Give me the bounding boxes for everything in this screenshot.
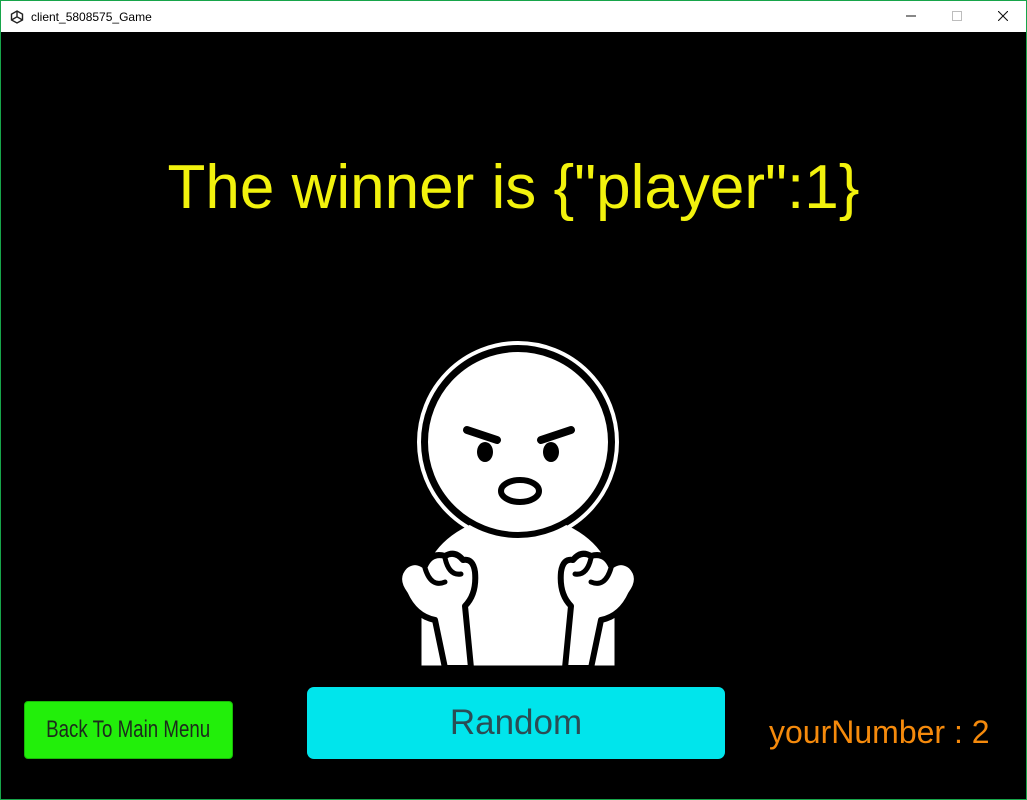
minimize-icon <box>906 8 916 26</box>
angry-character-image <box>375 338 661 672</box>
game-window: client_5808575_Game The winner is {"play… <box>0 0 1027 800</box>
window-controls <box>888 1 1026 32</box>
window-title: client_5808575_Game <box>31 9 152 24</box>
random-button[interactable]: Random <box>307 687 725 759</box>
back-to-main-menu-button[interactable]: Back To Main Menu <box>24 701 233 759</box>
window-titlebar[interactable]: client_5808575_Game <box>1 1 1026 32</box>
unity-icon <box>9 9 25 25</box>
minimize-button[interactable] <box>888 1 934 32</box>
random-button-label: Random <box>449 703 583 742</box>
maximize-button[interactable] <box>934 1 980 32</box>
your-number-label: yourNumber : 2 <box>769 714 990 750</box>
close-icon <box>997 8 1009 26</box>
winner-announcement: The winner is {"player":1} <box>167 153 860 222</box>
close-button[interactable] <box>980 1 1026 32</box>
game-area: The winner is {"player":1} Back To Main … <box>1 32 1026 799</box>
back-to-main-menu-label: Back To Main Menu <box>46 716 211 743</box>
maximize-icon <box>952 8 962 26</box>
